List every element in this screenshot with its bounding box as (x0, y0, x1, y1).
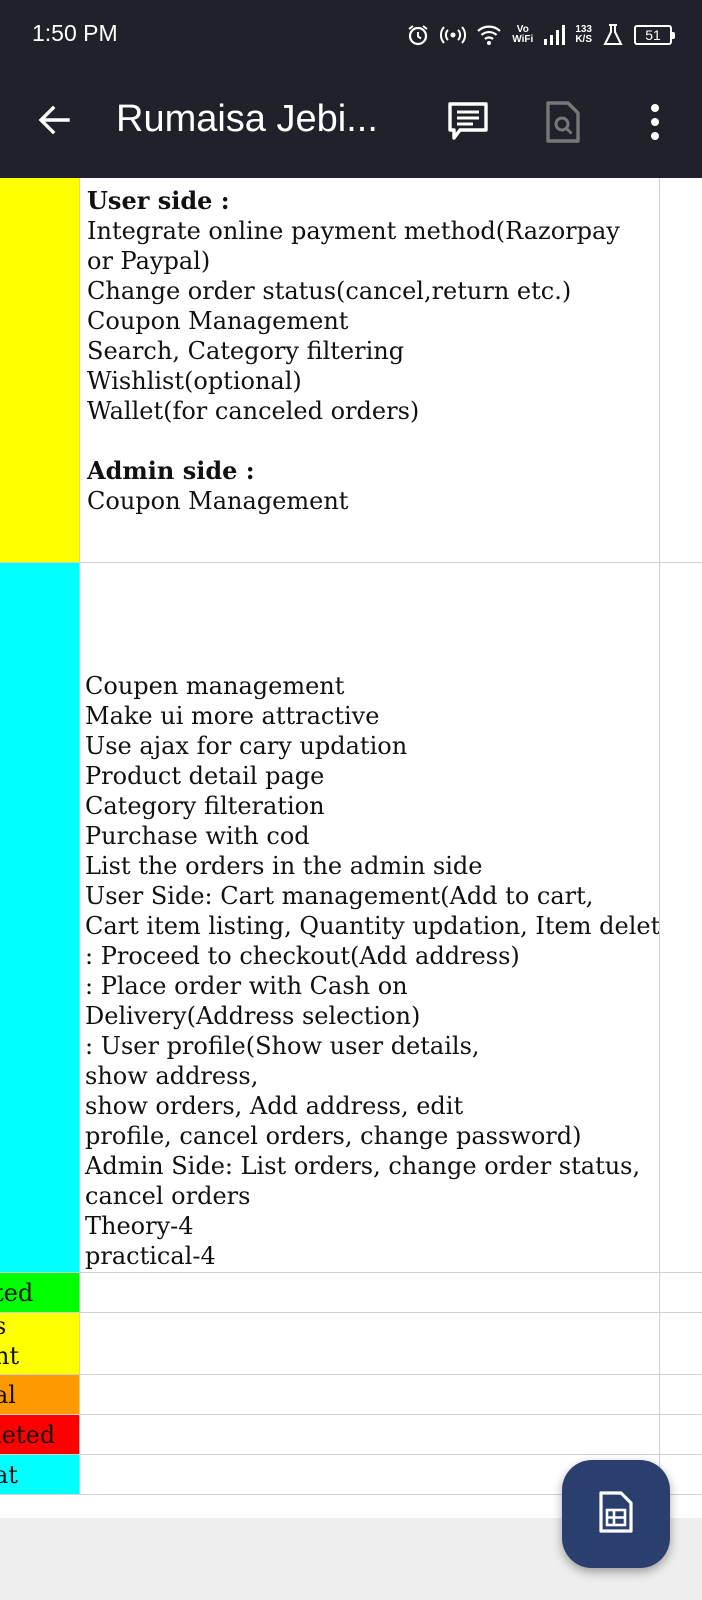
more-options-icon[interactable] (640, 100, 670, 144)
status-time: 1:50 PM (32, 20, 118, 46)
empty-cell[interactable] (660, 1415, 702, 1455)
cell-line: show address, (85, 1062, 259, 1090)
cell-line: User side : (87, 186, 230, 215)
cell-line: Coupon Management (87, 487, 349, 515)
empty-cell[interactable] (660, 1273, 702, 1313)
legend-color-cell[interactable]: al (0, 1375, 80, 1415)
legend-color-cell[interactable]: at (0, 1455, 80, 1495)
empty-cell[interactable] (660, 1375, 702, 1415)
cell-line: Product detail page (85, 762, 325, 790)
open-in-sheets-button[interactable] (562, 1460, 670, 1568)
cell-line: profile, cancel orders, change password) (85, 1122, 582, 1150)
empty-cell[interactable] (80, 1375, 660, 1415)
cell-line: show orders, Add address, edit (85, 1092, 464, 1120)
battery-indicator: 51 (634, 25, 675, 45)
app-bar: Rumaisa Jebi... (0, 70, 702, 178)
flask-icon (602, 23, 624, 47)
status-bar: 1:50 PM Vo WiFi 133 K/S 51 (0, 0, 702, 70)
cell-line: User Side: Cart management(Add to cart, (85, 882, 594, 910)
cell-line: List the orders in the admin side (85, 852, 483, 880)
cell-line: Make ui more attractive (85, 702, 380, 730)
empty-cell[interactable] (660, 1313, 702, 1375)
net-speed-unit: K/S (575, 34, 592, 45)
cell-line: Category filteration (85, 792, 325, 820)
back-arrow-icon[interactable] (34, 100, 74, 140)
hotspot-icon (440, 24, 467, 46)
empty-cell[interactable] (660, 563, 702, 1273)
cell-line: Coupon Management (87, 307, 349, 335)
spreadsheet-icon (598, 1490, 634, 1538)
cell-line: Use ajax for cary updation (85, 732, 408, 760)
cell-line: Change order status(cancel,return etc.) (87, 277, 572, 305)
net-speed: 133 K/S (575, 25, 592, 45)
legend-label: leted (0, 1421, 56, 1449)
cell-line: Integrate online payment method(Razorpay (87, 217, 620, 245)
cell-line: Cart item listing, Quantity updation, It… (85, 912, 660, 940)
cell-line: : User profile(Show user details, (85, 1032, 480, 1060)
cell-line: : Proceed to checkout(Add address) (85, 942, 520, 970)
legend-label: al (0, 1381, 16, 1409)
legend-label: nt (0, 1342, 20, 1370)
empty-cell[interactable] (80, 1273, 660, 1313)
cell-line: or Paypal) (87, 247, 211, 275)
cell-line: : Place order with Cash on (85, 972, 408, 1000)
legend-label: at (0, 1461, 18, 1489)
cell-line: Wallet(for canceled orders) (87, 397, 420, 425)
legend-color-cell[interactable]: ted (0, 1273, 80, 1313)
status-icons: Vo WiFi 133 K/S 51 (406, 18, 675, 52)
empty-cell[interactable] (80, 1313, 660, 1375)
volte-indicator: Vo WiFi (512, 25, 533, 45)
task-cell[interactable]: User side : Integrate online payment met… (80, 178, 660, 563)
status-color-cell[interactable] (0, 178, 80, 563)
empty-cell[interactable] (660, 178, 702, 563)
cell-line: Wishlist(optional) (87, 367, 302, 395)
cell-line: Coupen management (85, 672, 345, 700)
empty-cell[interactable] (80, 1415, 660, 1455)
app-chrome: 1:50 PM Vo WiFi 133 K/S 51 Rumaisa Jebi.… (0, 0, 702, 178)
alarm-icon (406, 23, 430, 47)
legend-color-cell[interactable]: leted (0, 1415, 80, 1455)
legend-label: ted (0, 1279, 34, 1307)
legend-color-cell[interactable]: s nt (0, 1313, 80, 1375)
cell-line: Purchase with cod (85, 822, 310, 850)
signal-icon (543, 24, 566, 46)
cell-line: Theory-4 (85, 1212, 194, 1240)
find-in-document-icon[interactable] (540, 100, 584, 144)
document-title: Rumaisa Jebi... (116, 98, 378, 140)
cell-line (87, 426, 659, 456)
cell-line: Admin Side: List orders, change order st… (85, 1152, 641, 1180)
cell-line: Admin side : (87, 456, 255, 485)
spreadsheet-grid: User side : Integrate online payment met… (0, 178, 702, 1518)
status-color-cell[interactable] (0, 563, 80, 1273)
cell-line: Delivery(Address selection) (85, 1002, 421, 1030)
task-cell[interactable]: Coupen management Make ui more attractiv… (80, 563, 660, 1273)
cell-line: cancel orders (85, 1182, 251, 1210)
volte-bottom: WiFi (512, 34, 534, 45)
comments-icon[interactable] (446, 100, 490, 144)
legend-label: s (0, 1313, 6, 1341)
cell-line: practical-4 (85, 1242, 216, 1270)
cell-line: Search, Category filtering (87, 337, 405, 365)
wifi-icon (476, 24, 502, 46)
